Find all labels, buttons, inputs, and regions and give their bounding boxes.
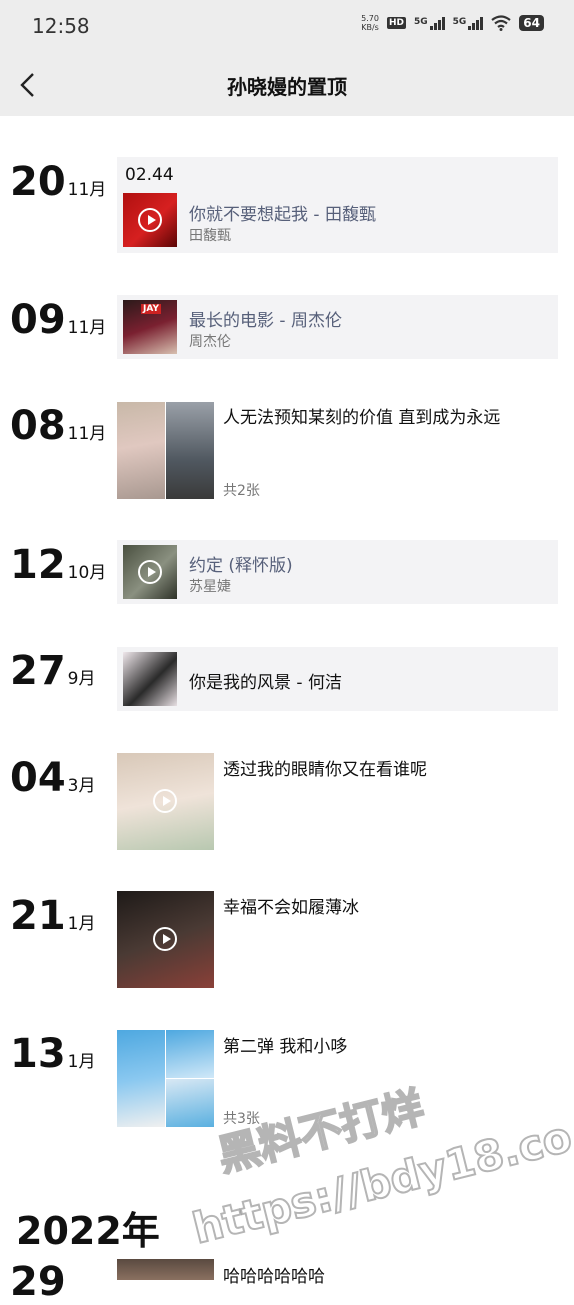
post-text[interactable]: 幸福不会如履薄冰 [223,893,359,918]
post-text[interactable]: 哈哈哈哈哈哈 [223,1262,325,1287]
wifi-icon [491,15,511,31]
battery-icon: 64 [519,15,544,31]
photo-count: 共2张 [223,483,260,499]
video-thumbnail[interactable] [117,753,214,850]
status-icons: 5.70 KB/s HD 5G 5G 64 [361,14,544,32]
signal-icon-2: 5G [453,16,484,30]
music-card[interactable]: 约定 (释怀版) 苏星婕 [117,540,558,604]
nav-bar: 孙晓嫚的置顶 [0,52,574,116]
music-title: 最长的电影 - 周杰伦 [189,311,342,331]
entry-date: 20 11月 [10,159,107,205]
music-card[interactable]: 你是我的风景 - 何洁 [117,647,558,711]
play-icon [138,208,162,232]
play-icon [153,927,177,951]
music-card[interactable]: JAY 最长的电影 - 周杰伦 周杰伦 [117,295,558,359]
music-title: 约定 (释怀版) [189,556,293,576]
post-text[interactable]: 人无法预知某刻的价值 直到成为永远 [223,403,500,428]
post-text[interactable]: 第二弹 我和小哆 [223,1032,347,1057]
card-header-text: 02.44 [125,165,174,185]
signal-icon: 5G [414,16,445,30]
music-artist: 苏星婕 [189,579,231,595]
entry-date: 12 10月 [10,542,107,588]
page-title: 孙晓嫚的置顶 [227,75,347,99]
entry-date: 21 1月 [10,893,96,939]
cover-text: JAY [141,304,161,314]
music-artist: 田馥甄 [189,228,231,244]
status-time: 12:58 [32,14,90,38]
play-icon [138,560,162,584]
network-speed: 5.70 KB/s [361,14,379,32]
video-thumbnail[interactable] [117,891,214,988]
music-title: 你就不要想起我 - 田馥甄 [189,205,376,225]
photo-thumbnail[interactable] [117,402,214,499]
entry-date: 08 11月 [10,403,107,449]
entry-date: 13 1月 [10,1031,96,1077]
album-cover [123,193,177,247]
entry-date: 09 11月 [10,297,107,343]
hd-voice-icon: HD [386,17,406,29]
entry-date: 04 3月 [10,755,96,801]
music-artist: 周杰伦 [189,334,231,350]
photo-thumbnail[interactable] [117,1030,214,1127]
year-header: 2022年 [16,1209,160,1253]
entry-date: 29 [10,1259,66,1305]
post-text[interactable]: 透过我的眼睛你又在看谁呢 [223,755,427,780]
album-cover: JAY [123,300,177,354]
album-cover [123,652,177,706]
status-bar: 12:58 5.70 KB/s HD 5G 5G 64 [0,0,574,52]
play-icon [153,789,177,813]
entry-date: 27 9月 [10,648,96,694]
album-cover [123,545,177,599]
photo-thumbnail[interactable] [117,1259,214,1280]
music-title: 你是我的风景 - 何洁 [189,673,342,693]
music-card[interactable]: 02.44 你就不要想起我 - 田馥甄 田馥甄 [117,157,558,253]
